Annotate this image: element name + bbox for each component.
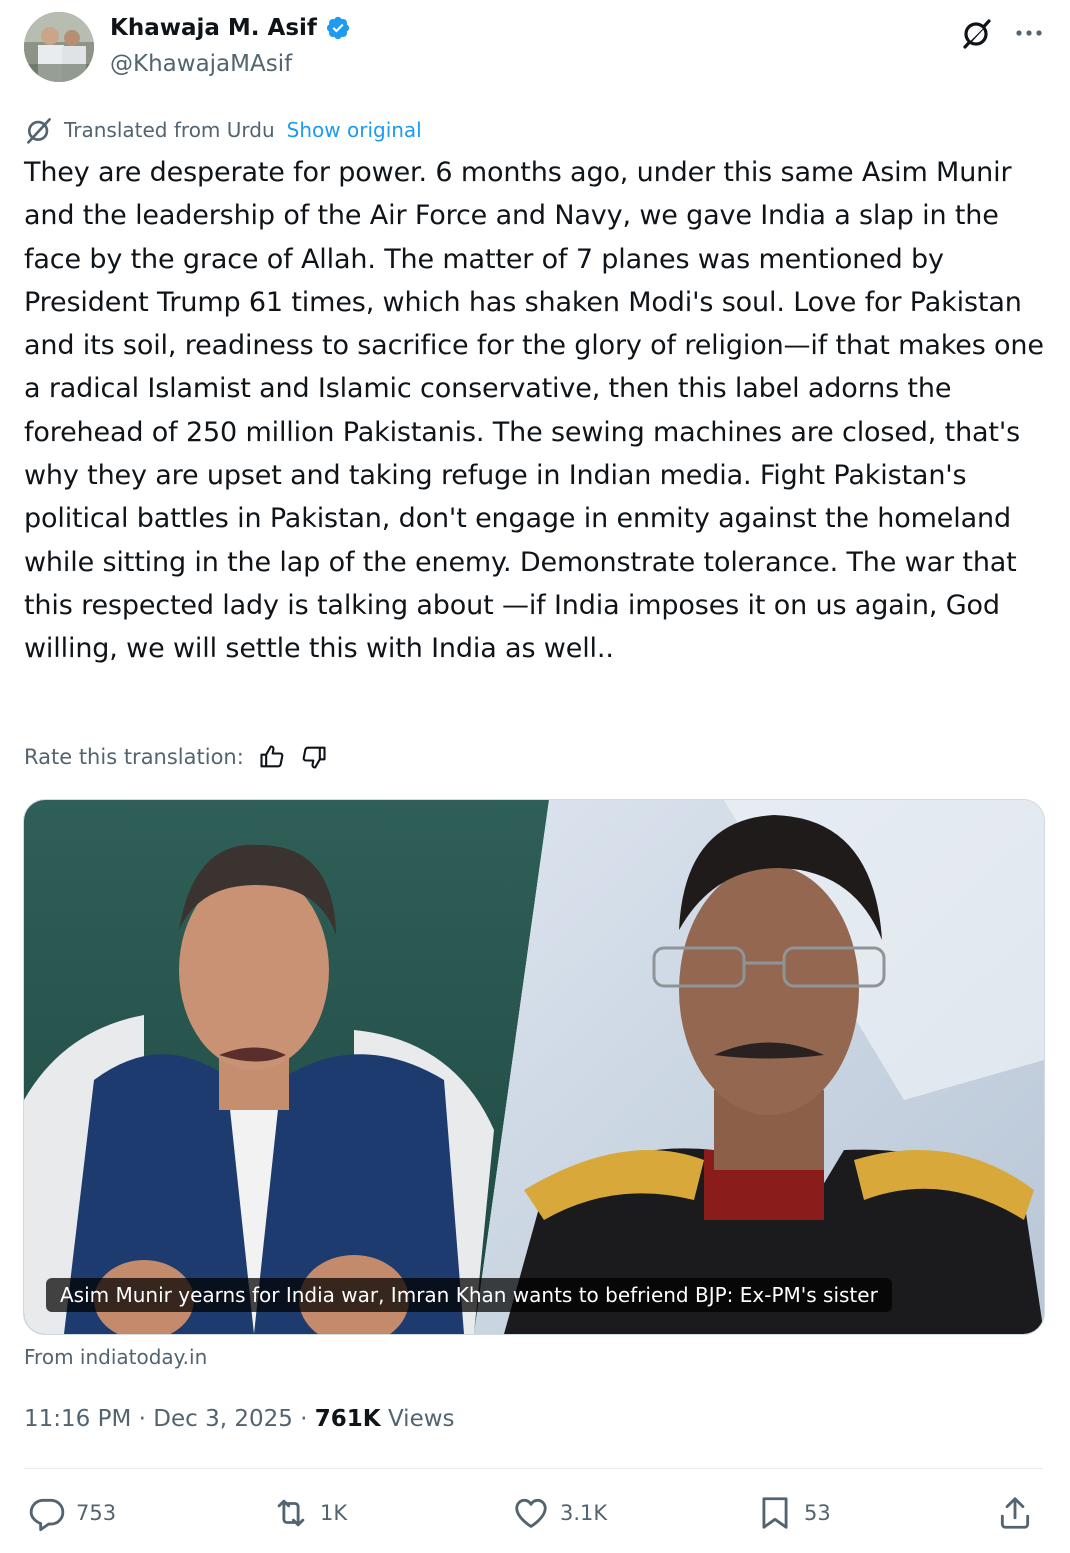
grok-button[interactable] xyxy=(960,16,994,50)
bookmark-icon xyxy=(762,1497,788,1529)
grok-icon xyxy=(963,19,991,49)
repost-count: 1K xyxy=(320,1501,348,1525)
more-button[interactable] xyxy=(1012,16,1046,50)
author-handle[interactable]: @KhawajaMAsif xyxy=(110,48,292,80)
author-name[interactable]: Khawaja M. Asif xyxy=(110,12,317,44)
like-count: 3.1K xyxy=(560,1501,608,1525)
reply-count: 753 xyxy=(76,1501,117,1525)
author-name-row[interactable]: Khawaja M. Asif xyxy=(110,12,351,44)
avatar[interactable] xyxy=(24,12,94,82)
thumbs-down-icon[interactable] xyxy=(300,743,328,771)
like-button[interactable]: 3.1K xyxy=(512,1490,607,1536)
share-icon xyxy=(1000,1497,1030,1529)
translation-bar: Translated from Urdu Show original xyxy=(24,114,422,146)
rate-translation: Rate this translation: xyxy=(24,740,328,774)
views-count: 761K xyxy=(314,1406,381,1432)
post-text: They are desperate for power. 6 months a… xyxy=(24,157,1053,665)
link-card[interactable] xyxy=(23,799,1045,1335)
meta-separator: · xyxy=(300,1406,308,1432)
show-original-link[interactable]: Show original xyxy=(287,118,422,142)
divider xyxy=(24,1468,1043,1469)
bookmark-button[interactable]: 53 xyxy=(756,1490,831,1536)
reply-icon xyxy=(29,1498,65,1532)
post-meta: 11:16 PM · Dec 3, 2025 · 761K Views xyxy=(24,1400,455,1438)
translated-label: Translated from Urdu xyxy=(64,118,275,142)
grok-translate-icon xyxy=(27,118,51,144)
reply-button[interactable]: 753 xyxy=(28,1490,116,1536)
repost-button[interactable]: 1K xyxy=(272,1490,347,1536)
post-time[interactable]: 11:16 PM xyxy=(24,1406,131,1432)
repost-icon xyxy=(277,1499,305,1527)
meta-separator: · xyxy=(138,1406,146,1432)
post-date[interactable]: Dec 3, 2025 xyxy=(153,1406,293,1432)
rate-translation-label: Rate this translation: xyxy=(24,745,244,769)
avatar-image xyxy=(24,12,94,82)
thumbs-up-icon[interactable] xyxy=(258,743,286,771)
heart-icon xyxy=(515,1498,547,1528)
bookmark-count: 53 xyxy=(804,1501,831,1525)
views-label: Views xyxy=(387,1406,455,1432)
link-card-caption[interactable]: Asim Munir yearns for India war, Imran K… xyxy=(46,1278,892,1312)
verified-badge-icon xyxy=(326,16,350,40)
more-icon xyxy=(1016,30,1042,36)
link-card-source[interactable]: From indiatoday.in xyxy=(24,1342,207,1372)
share-button[interactable] xyxy=(996,1490,1034,1536)
link-card-image xyxy=(24,800,1044,1334)
